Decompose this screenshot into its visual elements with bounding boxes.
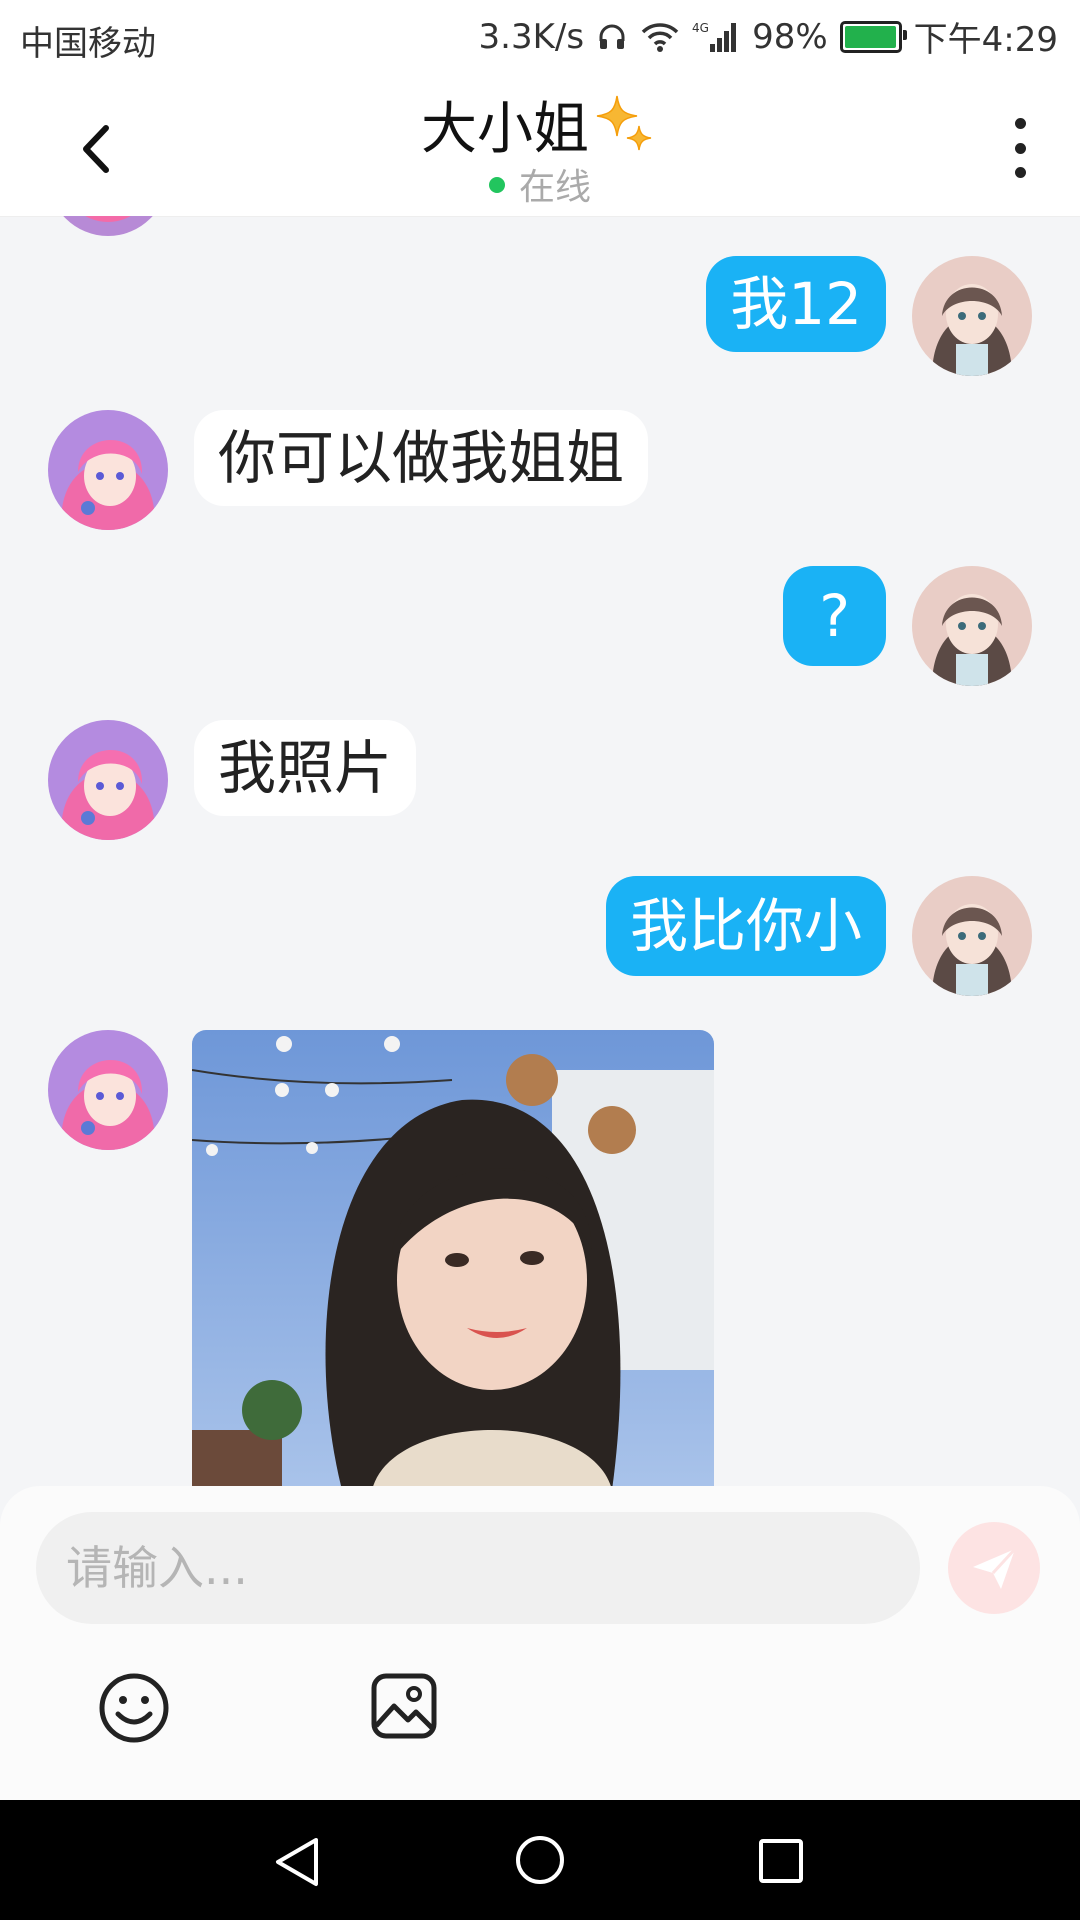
message-bubble-out[interactable]: 我12 [706,256,886,352]
my-avatar[interactable] [912,876,1032,996]
status-bar: 中国移动 3.3K/s 4G 98% 下午4:29 [0,0,1080,74]
contact-avatar[interactable] [48,1030,168,1150]
svg-text:4G: 4G [692,21,709,35]
message-row: 我12 [706,256,1032,376]
emoji-icon [99,1673,169,1743]
message-bubble-out[interactable]: 我比你小 [605,876,886,976]
my-avatar[interactable] [912,566,1032,686]
my-avatar[interactable] [912,256,1032,376]
contact-avatar[interactable] [48,410,168,530]
page-title-wrap: 大小姐 [0,84,1080,165]
battery-percent: 98% [752,16,828,57]
signal-icon: 4G [692,20,740,54]
message-bubble-in[interactable]: 你可以做我姐姐 [194,410,649,506]
online-dot [488,177,505,193]
nav-home-button[interactable] [514,1834,566,1890]
more-dot [1014,142,1026,154]
contact-avatar[interactable] [48,720,168,840]
message-row: ? [783,566,1032,686]
message-row: 我比你小 [605,876,1032,996]
more-options-button[interactable] [1000,118,1040,178]
carrier-label: 中国移动 [20,24,156,64]
headphones-icon [596,21,628,53]
message-composer [0,1486,1080,1800]
message-row [48,1030,714,1486]
page-title: 大小姐 [421,97,589,162]
message-row: 你可以做我姐姐 [48,410,649,530]
emoji-button[interactable] [98,1672,170,1744]
clock: 下午4:29 [913,20,1058,60]
sparkle-icon [596,95,652,150]
send-button[interactable] [948,1522,1040,1614]
circle-home-icon [516,1836,564,1884]
nav-recent-button[interactable] [758,1838,804,1888]
message-bubble-in[interactable]: 我照片 [194,720,417,816]
image-icon [371,1673,437,1739]
system-nav-bar [0,1800,1080,1920]
avatar-partial [48,216,168,240]
image-button[interactable] [370,1672,438,1740]
message-bubble-out[interactable]: ? [783,566,886,666]
more-vertical-icon [1014,118,1026,129]
triangle-back-icon [276,1838,318,1886]
send-icon [973,1547,1017,1589]
chat-header: 大小姐 在线 [0,74,1080,217]
chat-list[interactable]: 我12 你可以做我姐姐 ? 我照片 我比你小 [0,216,1080,1486]
status-right: 3.3K/s 4G 98% 下午4:29 [479,12,1058,61]
online-status: 在线 [0,158,1080,210]
message-image[interactable] [192,1030,714,1486]
online-status-text: 在线 [518,167,591,208]
network-speed: 3.3K/s [478,16,585,57]
message-row: 我照片 [48,720,417,840]
nav-back-button[interactable] [272,1836,322,1892]
more-dot [1014,167,1026,178]
wifi-icon [640,21,680,53]
square-recent-icon [759,1839,803,1883]
message-input[interactable] [36,1512,920,1624]
battery-icon [839,20,907,53]
